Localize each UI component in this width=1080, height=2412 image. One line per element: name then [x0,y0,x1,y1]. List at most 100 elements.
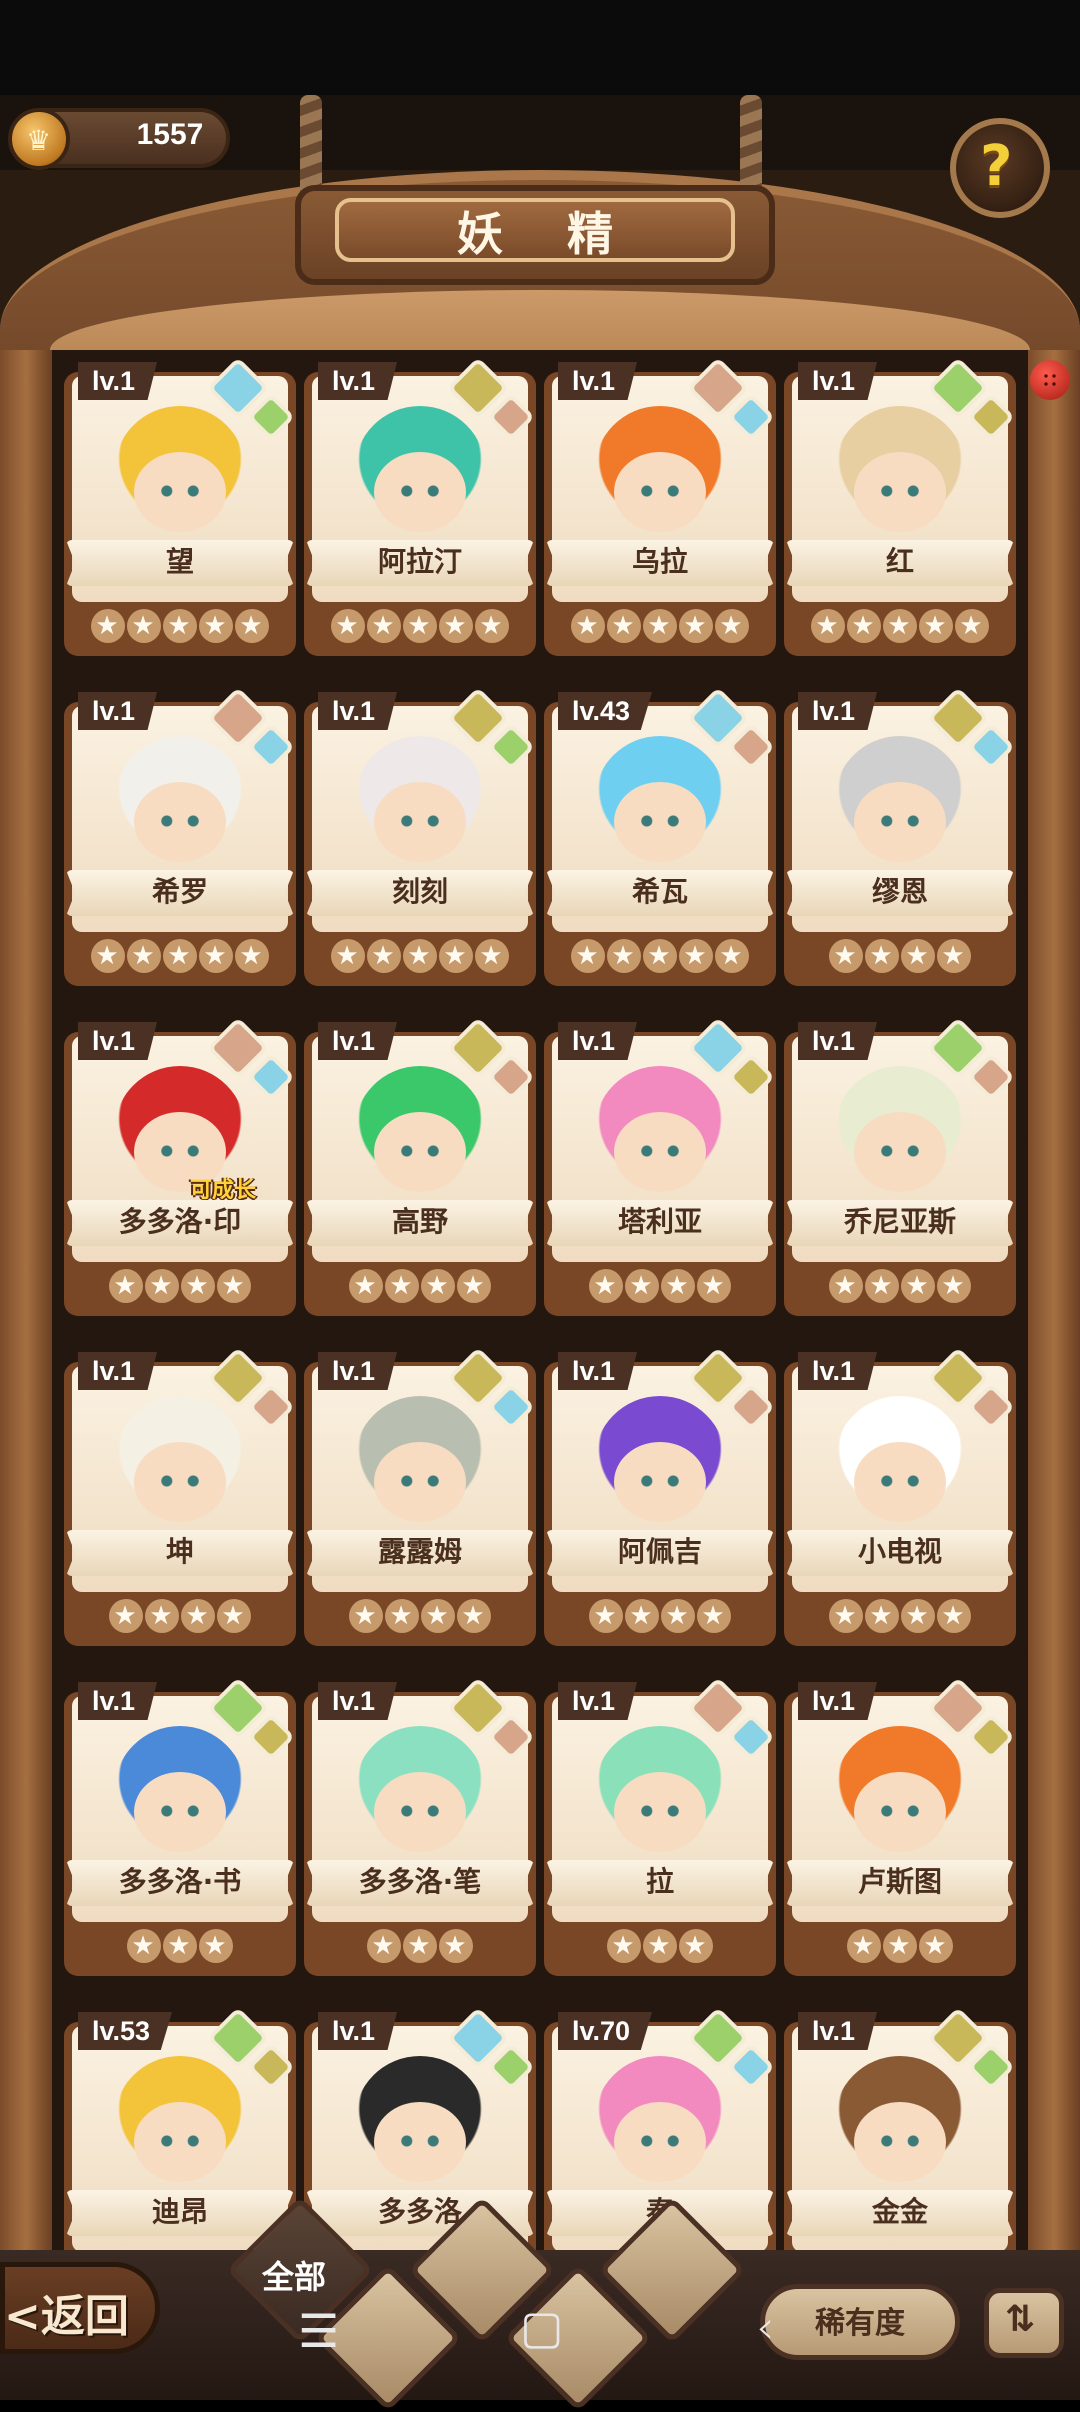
star-icon: ★ [883,1929,917,1963]
star-rating: ★ ★ ★ ★ ★ [544,934,776,974]
star-icon: ★ [199,609,233,643]
star-icon: ★ [607,609,641,643]
star-rating: ★ ★ ★ [544,1924,776,1964]
fairy-card[interactable]: lv.1 望 ★ ★ ★ ★ ★ [64,356,296,656]
sort-order-button[interactable]: ⇅ [984,2288,1064,2358]
star-rating: ★ ★ ★ [64,1924,296,1964]
star-icon: ★ [955,609,989,643]
level-tag: lv.1 [558,1022,638,1060]
star-rating: ★ ★ ★ ★ ★ [304,934,536,974]
star-icon: ★ [811,609,845,643]
star-icon: ★ [367,1929,401,1963]
fairy-card[interactable]: lv.1 红 ★ ★ ★ ★ ★ [784,356,1016,656]
nav-menu-icon[interactable]: ☰ [298,2304,339,2358]
star-icon: ★ [829,939,863,973]
fairy-portrait [354,2056,486,2188]
back-label: <返回 [4,2291,129,2342]
star-icon: ★ [199,1929,233,1963]
star-icon: ★ [235,939,269,973]
frame-left [0,350,52,2250]
star-icon: ★ [235,609,269,643]
level-tag: lv.1 [78,692,158,730]
fairy-card[interactable]: lv.1 阿拉汀 ★ ★ ★ ★ ★ [304,356,536,656]
star-icon: ★ [829,1599,863,1633]
level-tag: lv.1 [798,2012,878,2050]
star-rating: ★ ★ ★ ★ ★ [64,934,296,974]
level-tag: lv.53 [78,2012,173,2050]
fairy-card[interactable]: lv.1 希罗 ★ ★ ★ ★ ★ [64,686,296,986]
star-icon: ★ [457,1599,491,1633]
star-icon: ★ [91,609,125,643]
fairy-portrait [114,736,246,868]
level-tag: lv.1 [558,362,638,400]
fairy-card[interactable]: lv.43 希瓦 ★ ★ ★ ★ ★ [544,686,776,986]
star-icon: ★ [901,1269,935,1303]
star-rating: ★ ★ ★ ★ [304,1594,536,1634]
fairy-portrait [594,2056,726,2188]
fairy-card[interactable]: lv.1 乌拉 ★ ★ ★ ★ ★ [544,356,776,656]
fairy-portrait [354,1726,486,1858]
fairy-name: 缪恩 [871,875,928,908]
star-icon: ★ [403,939,437,973]
star-icon: ★ [421,1599,455,1633]
fairy-portrait [594,406,726,538]
star-icon: ★ [607,1929,641,1963]
ladybug-scroll-icon[interactable] [1030,360,1070,400]
filter-all-label: 全部 [262,2258,327,2296]
fairy-name: 塔利亚 [617,1205,702,1238]
star-icon: ★ [937,1599,971,1633]
fairy-name: 露露姆 [377,1535,462,1568]
star-icon: ★ [625,1269,659,1303]
fairy-portrait [834,1396,966,1528]
fairy-card[interactable]: lv.1 卢斯图 ★ ★ ★ [784,1676,1016,1976]
fairy-card[interactable]: lv.1 小电视 ★ ★ ★ ★ [784,1346,1016,1646]
fairy-card[interactable]: lv.1 多多洛·书 ★ ★ ★ [64,1676,296,1976]
level-tag: lv.1 [798,1352,878,1390]
star-icon: ★ [217,1269,251,1303]
nav-home-icon[interactable]: ▢ [520,2300,563,2354]
star-icon: ★ [331,609,365,643]
star-icon: ★ [91,939,125,973]
star-icon: ★ [589,1269,623,1303]
fairy-portrait [354,406,486,538]
star-rating: ★ ★ ★ ★ [784,1264,1016,1304]
fairy-name: 多多洛·书 [118,1865,242,1898]
star-icon: ★ [385,1269,419,1303]
level-tag: lv.1 [558,1352,638,1390]
star-rating: ★ ★ ★ ★ ★ [304,604,536,644]
nav-back-icon[interactable]: ‹ [756,2300,774,2354]
star-icon: ★ [163,609,197,643]
fairy-card[interactable]: lv.1 多多洛·笔 ★ ★ ★ [304,1676,536,1976]
fairy-portrait [114,1726,246,1858]
help-button[interactable]: ? [950,118,1050,218]
star-rating: ★ ★ ★ ★ [544,1264,776,1304]
star-icon: ★ [865,939,899,973]
level-tag: lv.1 [78,1022,158,1060]
star-icon: ★ [919,609,953,643]
fairy-name: 坤 [165,1535,194,1568]
star-rating: ★ ★ ★ ★ [304,1264,536,1304]
star-icon: ★ [661,1269,695,1303]
fairy-card[interactable]: lv.1 露露姆 ★ ★ ★ ★ [304,1346,536,1646]
fairy-card[interactable]: lv.1 缪恩 ★ ★ ★ ★ [784,686,1016,986]
star-icon: ★ [127,939,161,973]
fairy-card[interactable]: lv.1 刻刻 ★ ★ ★ ★ ★ [304,686,536,986]
game-screen: ♛ 1557 ? 妖 精 lv.1 望 ★ ★ ★ ★ ★ lv.1 阿拉汀 ★ ★ ★ ★ ★ lv.1 乌… [0,0,1080,2412]
fairy-portrait [354,736,486,868]
star-icon: ★ [109,1269,143,1303]
fairy-card[interactable]: lv.1 拉 ★ ★ ★ [544,1676,776,1976]
fairy-card[interactable]: lv.1 高野 ★ ★ ★ ★ [304,1016,536,1316]
star-rating: ★ ★ ★ ★ [64,1594,296,1634]
fairy-portrait [354,1396,486,1528]
fairy-card[interactable]: lv.1 塔利亚 ★ ★ ★ ★ [544,1016,776,1316]
star-icon: ★ [847,609,881,643]
fairy-card[interactable]: lv.1 阿佩吉 ★ ★ ★ ★ [544,1346,776,1646]
star-icon: ★ [829,1269,863,1303]
star-rating: ★ ★ ★ ★ ★ [64,604,296,644]
fairy-name: 乔尼亚斯 [843,1205,956,1238]
crown-coin-icon: ♛ [8,108,70,170]
fairy-card[interactable]: lv.1 可成长 多多洛·印 ★ ★ ★ ★ [64,1016,296,1316]
fairy-card[interactable]: lv.1 乔尼亚斯 ★ ★ ★ ★ [784,1016,1016,1316]
star-icon: ★ [109,1599,143,1633]
fairy-card[interactable]: lv.1 坤 ★ ★ ★ ★ [64,1346,296,1646]
